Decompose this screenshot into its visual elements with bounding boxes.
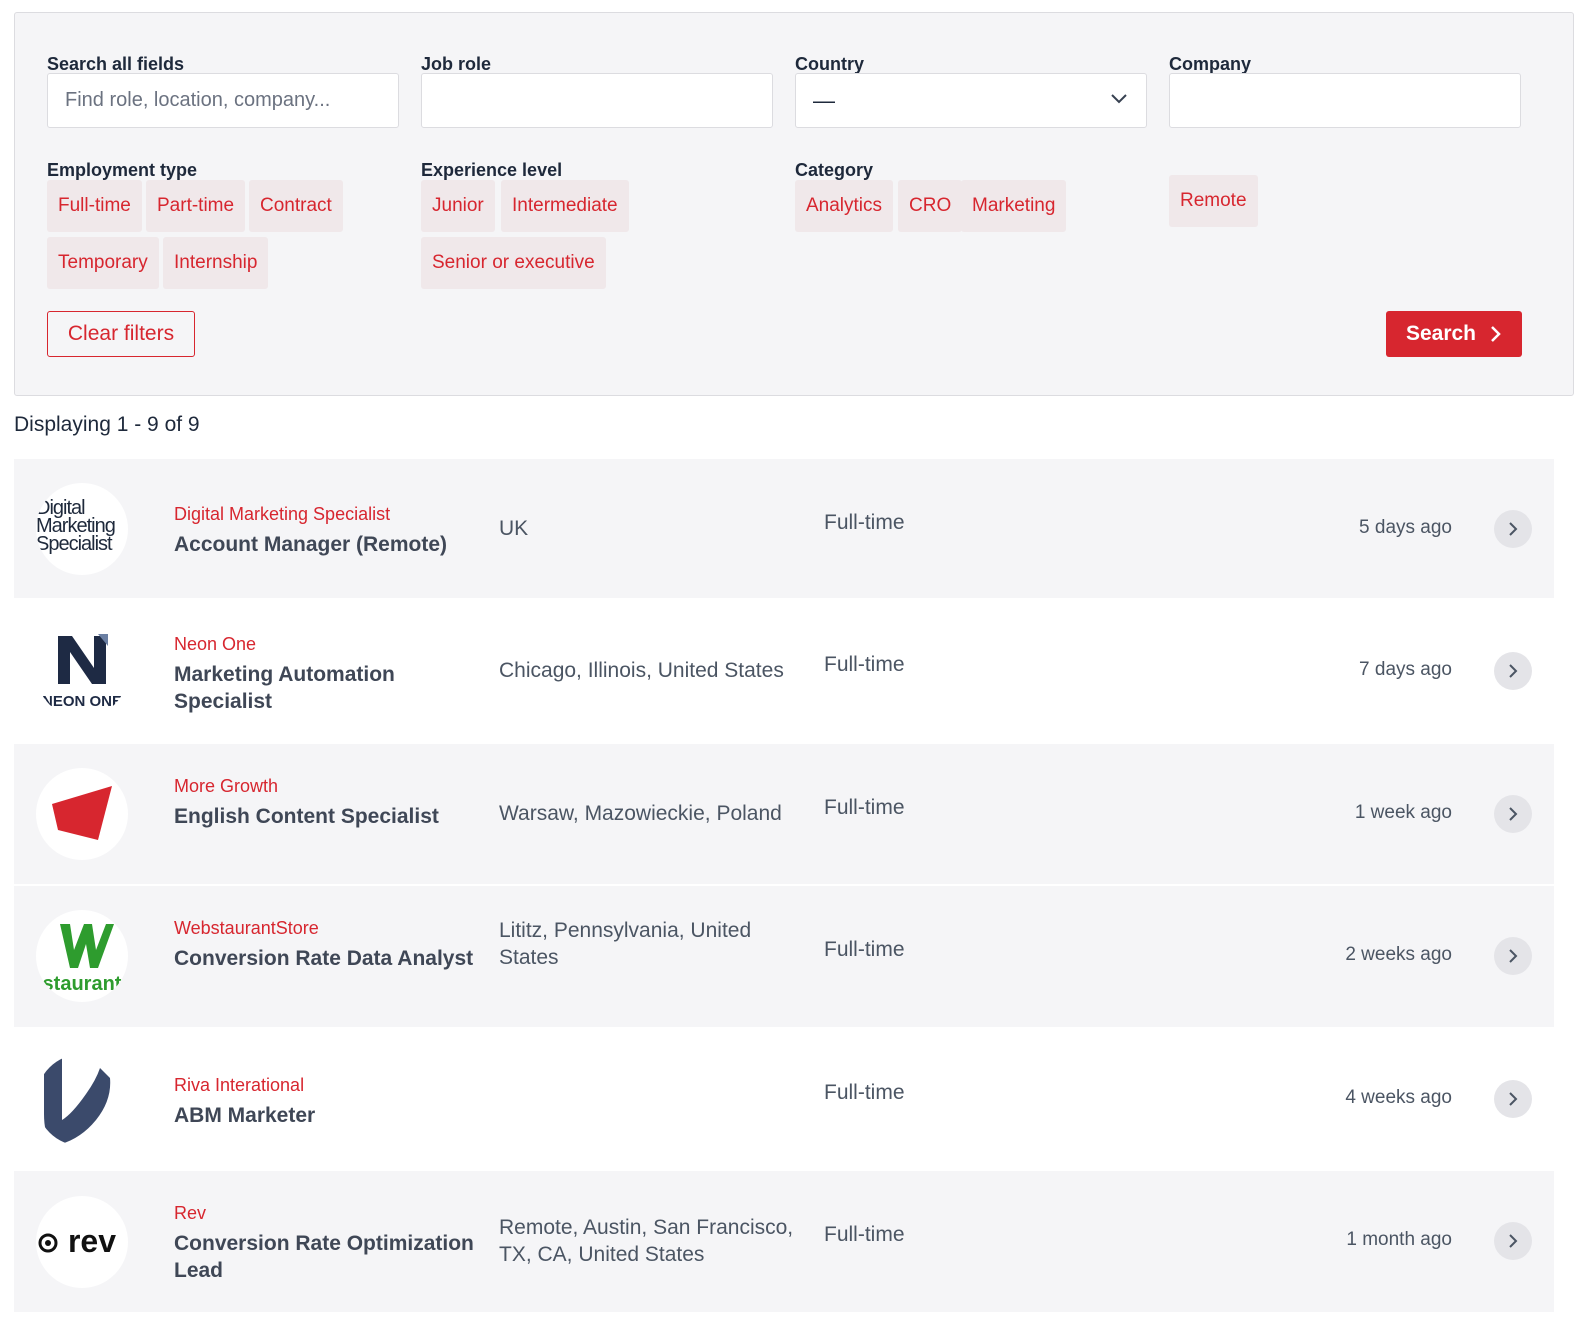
more-growth-logo-icon	[52, 786, 112, 840]
job-title[interactable]: Marketing Automation Specialist	[174, 661, 474, 715]
open-job-button[interactable]	[1494, 937, 1532, 975]
chip-part-time[interactable]: Part-time	[146, 180, 246, 232]
open-job-button[interactable]	[1494, 652, 1532, 690]
chevron-right-icon	[1509, 949, 1518, 963]
chip-remote[interactable]: Remote	[1169, 175, 1258, 227]
clear-filters-button[interactable]: Clear filters	[47, 311, 195, 357]
job-posted: 5 days ago	[1359, 517, 1452, 538]
job-company[interactable]: Rev	[174, 1203, 206, 1224]
job-list: Digital Marketing Specialist Digital Mar…	[14, 459, 1554, 1314]
job-title[interactable]: ABM Marketer	[174, 1102, 474, 1129]
job-location: Chicago, Illinois, United States	[499, 659, 784, 682]
logo-word: staurant	[43, 973, 122, 995]
job-row[interactable]: rev Rev Conversion Rate Optimization Lea…	[14, 1171, 1554, 1314]
chip-marketing[interactable]: Marketing	[961, 180, 1067, 232]
job-company[interactable]: Neon One	[174, 634, 256, 655]
country-select-value: —	[813, 87, 835, 113]
job-title[interactable]: Conversion Rate Optimization Lead	[174, 1230, 474, 1284]
job-company[interactable]: WebstaurantStore	[174, 918, 319, 939]
job-type: Full-time	[824, 1081, 905, 1104]
country-select[interactable]: —	[795, 73, 1147, 128]
company-logo: Digital Marketing Specialist	[36, 483, 128, 575]
job-type: Full-time	[824, 938, 905, 961]
neon-one-logo-icon: NEON ONE	[42, 634, 122, 710]
job-location: Remote, Austin, San Francisco, TX, CA, U…	[499, 1216, 794, 1266]
job-row[interactable]: More Growth English Content Specialist W…	[14, 744, 1554, 886]
open-job-button[interactable]	[1494, 795, 1532, 833]
job-location: Warsaw, Mazowieckie, Poland	[499, 802, 782, 825]
riva-logo-icon	[44, 1056, 111, 1146]
job-row[interactable]: Riva Interational ABM Marketer Full-time…	[14, 1029, 1554, 1171]
job-title[interactable]: Conversion Rate Data Analyst	[174, 945, 474, 972]
company-logo: NEON ONE	[36, 626, 128, 718]
search-button[interactable]: Search	[1386, 311, 1522, 357]
search-all-input[interactable]	[47, 73, 399, 128]
job-row[interactable]: NEON ONE Neon One Marketing Automation S…	[14, 600, 1554, 744]
job-row[interactable]: Digital Marketing Specialist Digital Mar…	[14, 459, 1554, 600]
job-company[interactable]: Riva Interational	[174, 1075, 304, 1096]
chip-full-time[interactable]: Full-time	[47, 180, 142, 232]
logo-word: NEON ONE	[42, 693, 122, 710]
job-type: Full-time	[824, 511, 905, 534]
search-button-label: Search	[1405, 322, 1477, 345]
job-row[interactable]: staurant WebstaurantStore Conversion Rat…	[14, 886, 1554, 1029]
chevron-right-icon	[1509, 522, 1518, 536]
company-logo	[36, 768, 128, 860]
job-posted: 7 days ago	[1359, 659, 1452, 680]
job-type: Full-time	[824, 796, 905, 819]
chip-analytics[interactable]: Analytics	[795, 180, 894, 232]
job-title[interactable]: Account Manager (Remote)	[174, 531, 474, 558]
job-company[interactable]: More Growth	[174, 776, 278, 797]
job-location: Lititz, Pennsylvania, United States	[499, 919, 752, 969]
open-job-button[interactable]	[1494, 1080, 1532, 1118]
dms-logo-icon: Digital Marketing Specialist	[36, 497, 116, 555]
chip-temporary[interactable]: Temporary	[47, 237, 159, 289]
job-type: Full-time	[824, 1223, 905, 1246]
chip-intermediate[interactable]: Intermediate	[501, 180, 629, 232]
filter-panel: Search all fields Job role Country Compa…	[14, 12, 1574, 396]
chip-internship[interactable]: Internship	[163, 237, 269, 289]
chevron-right-icon	[1509, 807, 1518, 821]
job-posted: 1 month ago	[1346, 1229, 1452, 1250]
chip-cro[interactable]: CRO	[898, 180, 963, 232]
company-logo: rev	[36, 1196, 128, 1288]
chip-senior-or-executive[interactable]: Senior or executive	[421, 237, 606, 289]
results-count: Displaying 1 - 9 of 9	[14, 413, 200, 436]
experience-level-label: Experience level	[421, 160, 563, 180]
search-all-label: Search all fields	[47, 54, 185, 74]
job-posted: 1 week ago	[1354, 802, 1452, 823]
chevron-right-icon	[1491, 326, 1501, 342]
job-posted: 2 weeks ago	[1345, 944, 1452, 965]
chevron-right-icon	[1509, 1092, 1518, 1106]
company-input[interactable]	[1169, 73, 1521, 128]
chip-contract[interactable]: Contract	[249, 180, 343, 232]
job-posted: 4 weeks ago	[1345, 1087, 1452, 1108]
logo-word: rev	[68, 1223, 116, 1259]
rev-logo-icon: rev	[38, 1223, 116, 1259]
chevron-right-icon	[1509, 1234, 1518, 1248]
chevron-right-icon	[1509, 664, 1518, 678]
category-label: Category	[795, 160, 874, 180]
job-role-label: Job role	[421, 54, 492, 74]
job-type: Full-time	[824, 653, 905, 676]
open-job-button[interactable]	[1494, 510, 1532, 548]
job-location: UK	[499, 517, 529, 540]
logo-word: Specialist	[36, 533, 113, 555]
company-logo	[36, 1054, 128, 1146]
open-job-button[interactable]	[1494, 1222, 1532, 1260]
job-title[interactable]: English Content Specialist	[174, 803, 474, 830]
company-logo: staurant	[36, 910, 128, 1002]
employment-type-label: Employment type	[47, 160, 198, 180]
job-company[interactable]: Digital Marketing Specialist	[174, 504, 390, 525]
chip-junior[interactable]: Junior	[421, 180, 495, 232]
country-label: Country	[795, 54, 864, 74]
chevron-down-icon	[1111, 94, 1127, 104]
job-role-input[interactable]	[421, 73, 773, 128]
webstaurant-logo-icon: staurant	[43, 924, 122, 995]
company-label: Company	[1169, 54, 1252, 74]
